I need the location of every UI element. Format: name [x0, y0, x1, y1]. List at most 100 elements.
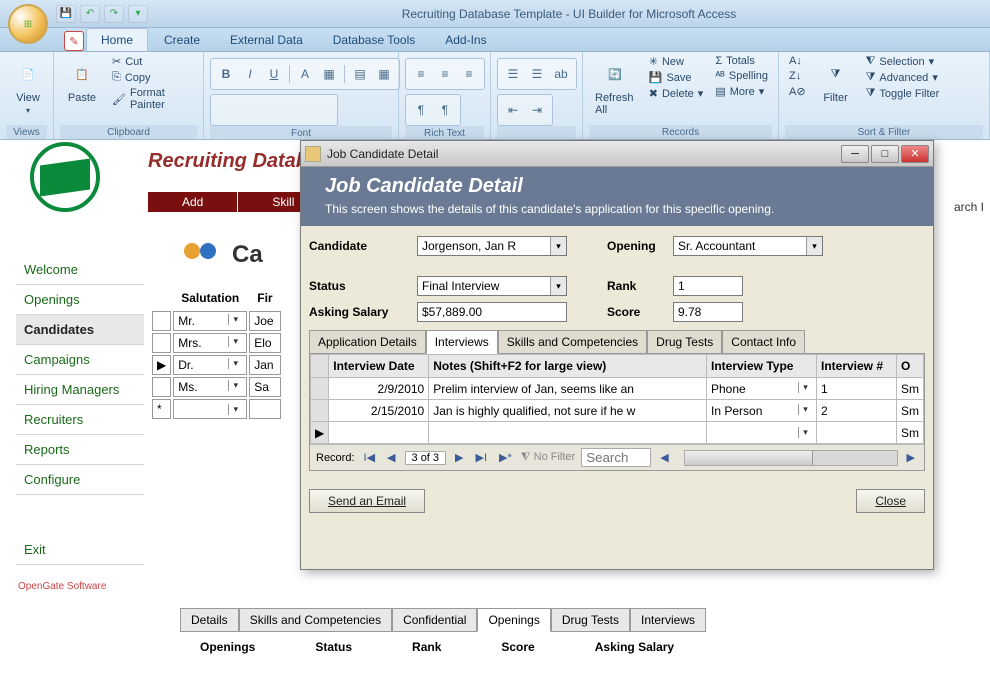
chevron-down-icon[interactable]: ▾	[228, 404, 242, 415]
chevron-down-icon[interactable]: ▾	[228, 314, 242, 325]
alt-row-button[interactable]: ▦	[373, 63, 395, 85]
row-selector[interactable]	[152, 333, 171, 353]
row-selector[interactable]	[311, 378, 329, 400]
indent-button[interactable]: ab	[550, 63, 572, 85]
ltr-button[interactable]: ¶	[410, 99, 432, 121]
search-input[interactable]	[581, 448, 651, 467]
maximize-button[interactable]: □	[871, 145, 899, 163]
row-selector[interactable]: ▶	[152, 355, 171, 375]
gridlines-button[interactable]: ▤	[349, 63, 371, 85]
tab-interviews[interactable]: Interviews	[426, 330, 498, 354]
font-color-button[interactable]: A	[294, 63, 316, 85]
spelling-button[interactable]: ᴬᴮSpelling	[711, 69, 772, 83]
tab-skills[interactable]: Skills and Competencies	[239, 608, 392, 632]
font-family-dropdown[interactable]	[215, 99, 295, 121]
footer-link[interactable]: OpenGate Software	[16, 581, 144, 592]
row-selector[interactable]: ▶	[311, 422, 329, 444]
send-email-button[interactable]: Send an Email	[309, 489, 425, 513]
sidebar-item-hiring-managers[interactable]: Hiring Managers	[16, 375, 144, 405]
row-selector[interactable]	[152, 377, 171, 397]
sidebar-item-recruiters[interactable]: Recruiters	[16, 405, 144, 435]
new-record-nav-button[interactable]: ▶*	[496, 451, 515, 464]
chevron-down-icon[interactable]: ▾	[228, 380, 242, 391]
sidebar-item-campaigns[interactable]: Campaigns	[16, 345, 144, 375]
col-interview-date[interactable]: Interview Date	[329, 355, 429, 378]
chevron-down-icon[interactable]: ▾	[550, 277, 566, 295]
totals-button[interactable]: ΣTotals	[711, 54, 772, 68]
save-record-button[interactable]: 💾Save	[645, 70, 708, 85]
close-window-button[interactable]: ✕	[901, 145, 929, 163]
chevron-down-icon[interactable]: ▾	[228, 336, 242, 347]
sidebar-item-exit[interactable]: Exit	[16, 535, 144, 565]
next-record-button[interactable]: ▶	[452, 451, 466, 464]
col-salutation[interactable]: Salutation	[173, 287, 247, 309]
tab-contact-info[interactable]: Contact Info	[722, 330, 805, 354]
prev-record-button[interactable]: ◀	[384, 451, 398, 464]
chevron-down-icon[interactable]: ▾	[798, 382, 812, 393]
qat-dropdown-icon[interactable]: ▾	[128, 5, 148, 23]
opening-field[interactable]	[673, 236, 823, 256]
view-button[interactable]: 📄 View ▾	[6, 54, 50, 119]
tab-skills-competencies[interactable]: Skills and Competencies	[498, 330, 647, 354]
col-first[interactable]: Fir	[249, 287, 280, 309]
format-painter-button[interactable]: 🖌Format Painter	[108, 86, 197, 112]
tab-details[interactable]: Details	[180, 608, 239, 632]
col-notes[interactable]: Notes (Shift+F2 for large view)	[429, 355, 707, 378]
number-list-button[interactable]: ☰	[526, 63, 548, 85]
copy-button[interactable]: ⎘Copy	[108, 70, 197, 85]
rank-field[interactable]	[673, 276, 743, 296]
col-o[interactable]: O	[897, 355, 924, 378]
toggle-filter-button[interactable]: ⧩Toggle Filter	[862, 86, 944, 101]
underline-button[interactable]: U	[263, 63, 285, 85]
col-interview-num[interactable]: Interview #	[817, 355, 897, 378]
align-center-button[interactable]: ≡	[434, 63, 456, 85]
asking-salary-field[interactable]	[417, 302, 567, 322]
tab-home[interactable]: Home	[86, 28, 148, 51]
bullet-list-button[interactable]: ☰	[502, 63, 524, 85]
office-button[interactable]: ⊞	[8, 4, 48, 44]
chevron-down-icon[interactable]: ▾	[798, 404, 812, 415]
score-field[interactable]	[673, 302, 743, 322]
increase-indent-button[interactable]: ⇥	[526, 99, 548, 121]
sort-asc-button[interactable]: A↓	[785, 54, 810, 68]
sidebar-item-openings[interactable]: Openings	[16, 285, 144, 315]
record-position[interactable]: 3 of 3	[405, 451, 447, 465]
chevron-down-icon[interactable]: ▾	[550, 237, 566, 255]
tab-create[interactable]: Create	[150, 29, 214, 51]
bold-button[interactable]: B	[215, 63, 237, 85]
tab-drug-tests[interactable]: Drug Tests	[647, 330, 722, 354]
italic-button[interactable]: I	[239, 63, 261, 85]
sidebar-item-candidates[interactable]: Candidates	[16, 315, 144, 345]
tab-application-details[interactable]: Application Details	[309, 330, 426, 354]
delete-record-button[interactable]: ✖Delete▾	[645, 86, 708, 101]
candidate-field[interactable]	[417, 236, 567, 256]
ui-builder-icon[interactable]: ✎	[64, 31, 84, 51]
minimize-button[interactable]: ─	[841, 145, 869, 163]
qat-undo-icon[interactable]: ↶	[80, 5, 100, 23]
new-record-button[interactable]: ✳New	[645, 54, 708, 69]
row-selector[interactable]	[152, 311, 171, 331]
first-record-button[interactable]: I◀	[361, 451, 379, 464]
align-right-button[interactable]: ≡	[458, 63, 480, 85]
align-left-button[interactable]: ≡	[410, 63, 432, 85]
close-button[interactable]: Close	[856, 489, 925, 513]
cut-button[interactable]: ✂Cut	[108, 54, 197, 69]
sidebar-item-reports[interactable]: Reports	[16, 435, 144, 465]
status-field[interactable]	[417, 276, 567, 296]
dialog-titlebar[interactable]: Job Candidate Detail ─ □ ✕	[301, 141, 933, 167]
refresh-all-button[interactable]: 🔄 Refresh All	[589, 54, 641, 120]
more-button[interactable]: ▤More▾	[711, 84, 772, 99]
sort-desc-button[interactable]: Z↓	[785, 69, 810, 83]
tab-database-tools[interactable]: Database Tools	[319, 29, 430, 51]
qat-redo-icon[interactable]: ↷	[104, 5, 124, 23]
clear-sort-button[interactable]: A⊘	[785, 84, 810, 99]
highlight-button[interactable]: ▦	[318, 63, 340, 85]
no-filter-label[interactable]: ⧨ No Filter	[521, 451, 575, 464]
horizontal-scrollbar[interactable]	[684, 450, 898, 466]
row-selector-new[interactable]: *	[152, 399, 171, 419]
scroll-right-button[interactable]: ▶	[904, 451, 918, 464]
filter-button[interactable]: ⧩ Filter	[814, 54, 858, 108]
advanced-button[interactable]: ⧩Advanced▾	[862, 70, 944, 85]
selection-button[interactable]: ⧨Selection▾	[862, 54, 944, 69]
scroll-left-button[interactable]: ◀	[657, 451, 671, 464]
